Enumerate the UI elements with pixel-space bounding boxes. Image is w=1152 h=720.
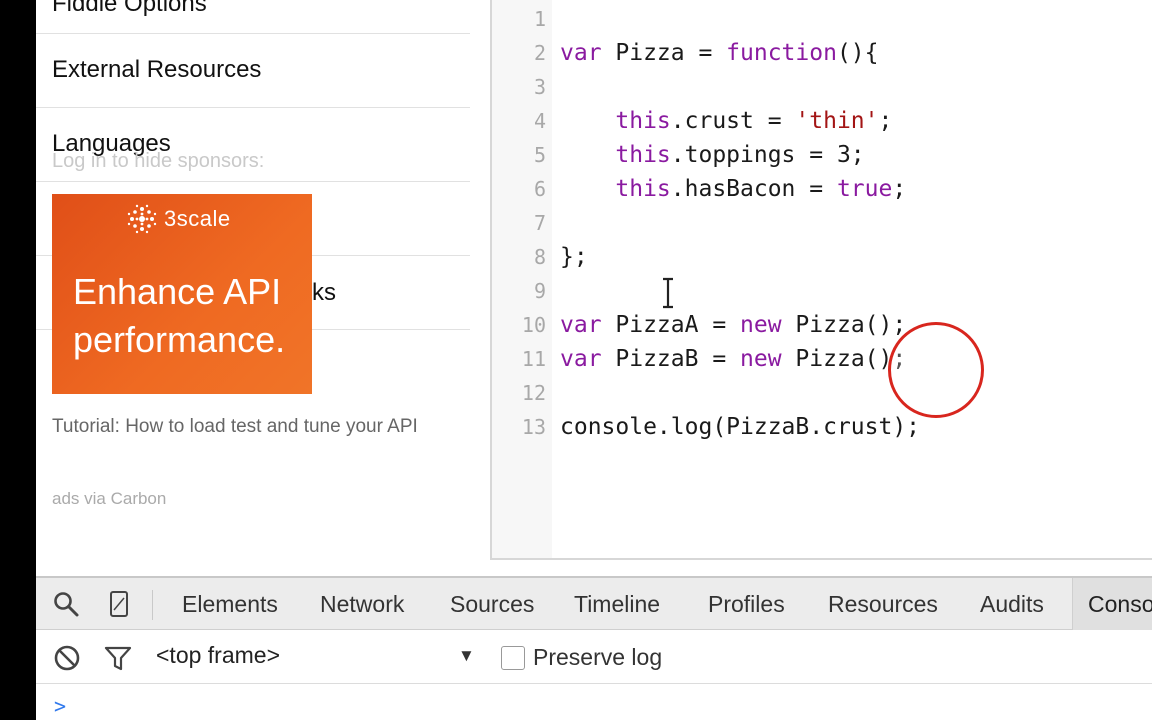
code-text: var PizzaA = new Pizza();	[560, 312, 907, 338]
js-code-editor[interactable]: 1 2 var Pizza = function(){3 4 this.crust =…	[490, 0, 1152, 560]
toolbar-divider	[152, 590, 153, 620]
code-line[interactable]: 12	[492, 376, 1152, 410]
sidebar-item-label: External Resources	[52, 56, 262, 83]
code-text: this.crust = 'thin';	[615, 108, 893, 134]
devtools-tab-bar: Elements Network Sources Timeline Profil…	[36, 576, 1152, 630]
fiddle-sidebar: Fiddle Options External Resources Langua…	[36, 0, 470, 576]
line-number: 3	[533, 75, 546, 99]
code-line[interactable]: 7	[492, 206, 1152, 240]
ad-logo: 3scale	[126, 204, 231, 234]
line-number: 8	[533, 245, 546, 269]
line-number: 1	[533, 7, 546, 31]
code-text: var PizzaB = new Pizza();	[560, 346, 907, 372]
tab-resources[interactable]: Resources	[828, 591, 938, 618]
code-line[interactable]: 11 var PizzaB = new Pizza();	[492, 342, 1152, 376]
sponsor-hint-text[interactable]: Log in to hide sponsors:	[52, 150, 264, 173]
ad-headline: Enhance API performance.	[73, 271, 286, 360]
code-text: };	[560, 244, 588, 270]
code-line[interactable]: 1	[492, 2, 1152, 36]
tab-console[interactable]: Conso	[1088, 591, 1152, 618]
tab-sources[interactable]: Sources	[450, 591, 534, 618]
tab-elements[interactable]: Elements	[182, 591, 278, 618]
code-text: console.log(PizzaB.crust);	[560, 414, 921, 440]
filter-icon[interactable]	[104, 644, 132, 672]
clear-console-icon[interactable]	[53, 644, 81, 672]
line-number: 6	[533, 177, 546, 201]
code-line[interactable]: 5 this.toppings = 3;	[492, 138, 1152, 172]
line-number: 4	[533, 109, 546, 133]
code-line[interactable]: 8};	[492, 240, 1152, 274]
line-number: 2	[533, 41, 546, 65]
sidebar-item-label: Fiddle Options	[52, 0, 207, 17]
line-number: 13	[521, 415, 546, 439]
tab-audits[interactable]: Audits	[980, 591, 1044, 618]
ad-tagline-link[interactable]: Tutorial: How to load test and tune your…	[52, 414, 452, 440]
code-text: this.hasBacon = true;	[615, 176, 907, 202]
tab-network[interactable]: Network	[320, 591, 404, 618]
sponsor-ad-banner[interactable]: 3scale Enhance API performance.	[52, 194, 312, 394]
preserve-log-checkbox[interactable]	[501, 645, 525, 670]
code-line[interactable]: 4 this.crust = 'thin';	[492, 104, 1152, 138]
ads-via-carbon-link[interactable]: ads via Carbon	[52, 489, 166, 509]
sidebar-item-external-resources[interactable]: External Resources	[36, 34, 470, 108]
sidebar-item-fiddle-options[interactable]: Fiddle Options	[36, 0, 470, 34]
ad-brand: 3scale	[164, 206, 231, 231]
device-mode-icon[interactable]	[106, 590, 134, 618]
code-line[interactable]: 2 var Pizza = function(){	[492, 36, 1152, 70]
tab-timeline[interactable]: Timeline	[574, 591, 660, 618]
line-number: 5	[533, 143, 546, 167]
devtools-panel: Elements Network Sources Timeline Profil…	[36, 576, 1152, 720]
text-cursor-icon	[663, 277, 673, 309]
code-line[interactable]: 10 var PizzaA = new Pizza();	[492, 308, 1152, 342]
line-number: 7	[533, 211, 546, 235]
frame-select[interactable]: <top frame> ▼	[156, 642, 486, 672]
line-number: 11	[521, 347, 546, 371]
code-text: var Pizza = function(){	[560, 40, 879, 66]
sidebar-item-label: ks	[312, 279, 336, 306]
search-icon[interactable]	[52, 590, 80, 618]
dropdown-arrow-icon: ▼	[458, 646, 475, 665]
preserve-log-toggle[interactable]: Preserve log	[501, 644, 662, 671]
tab-profiles[interactable]: Profiles	[708, 591, 785, 618]
3scale-logo-icon	[127, 204, 157, 234]
code-text: this.toppings = 3;	[615, 142, 865, 168]
frame-select-value: <top frame>	[156, 642, 281, 668]
preserve-log-label: Preserve log	[533, 644, 663, 670]
code-line[interactable]: 6 this.hasBacon = true;	[492, 172, 1152, 206]
code-line[interactable]: 3	[492, 70, 1152, 104]
line-number: 10	[521, 313, 546, 337]
console-toolbar: <top frame> ▼ Preserve log	[36, 630, 1152, 684]
left-black-strip	[0, 0, 36, 720]
line-number: 9	[533, 279, 546, 303]
code-line[interactable]: 13 console.log(PizzaB.crust);	[492, 410, 1152, 444]
line-number: 12	[521, 381, 546, 405]
click-indicator	[888, 322, 984, 418]
console-input-prompt[interactable]: >	[54, 694, 66, 718]
code-line[interactable]: 9	[492, 274, 1152, 308]
